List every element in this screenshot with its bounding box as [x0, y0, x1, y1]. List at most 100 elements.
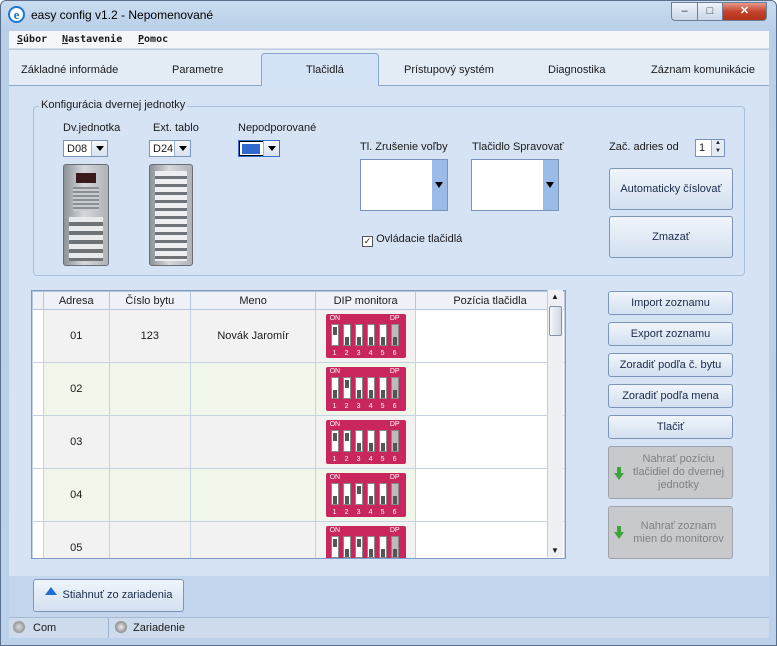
cell-pozicia[interactable] — [415, 309, 565, 363]
row-selector[interactable] — [32, 309, 44, 363]
table-row[interactable]: 02 ON DP 1 2 3 4 5 6 — [32, 362, 565, 416]
cell-pozicia[interactable] — [415, 521, 565, 558]
cell-cislo-bytu[interactable]: 123 — [108, 309, 192, 363]
tab-zakladne[interactable]: Základné informáde — [21, 64, 118, 76]
dip-number: 3 — [356, 350, 361, 357]
cell-adresa[interactable]: 01 — [42, 309, 110, 363]
cell-cislo-bytu[interactable] — [108, 468, 192, 522]
dip-number: 3 — [356, 403, 361, 410]
table-scrollbar[interactable]: ▲ ▼ — [547, 290, 563, 557]
menu-pomoc[interactable]: Pomoc — [138, 34, 168, 45]
dip-switch-icon: ONDP123456 — [325, 420, 406, 464]
dip-number: 6 — [392, 509, 397, 516]
cell-adresa[interactable]: 02 — [42, 362, 110, 416]
row-selector[interactable] — [32, 468, 44, 522]
door-unit-buttons — [69, 217, 103, 261]
cell-cislo-bytu[interactable] — [108, 362, 192, 416]
export-list-button[interactable]: Export zoznamu — [608, 322, 733, 346]
dip-switch — [354, 536, 363, 558]
close-button[interactable]: ✕ — [722, 2, 767, 21]
zac-adries-label: Zač. adries od — [609, 141, 679, 153]
row-selector[interactable] — [32, 415, 44, 469]
spin-up-icon[interactable]: ▲ — [711, 140, 724, 148]
tab-zaznam[interactable]: Záznam komunikácie — [651, 64, 755, 76]
spin-down-icon[interactable]: ▼ — [711, 148, 724, 156]
exttablo-select[interactable]: D24 — [149, 140, 191, 157]
row-selector[interactable] — [32, 362, 44, 416]
cell-cislo-bytu[interactable] — [108, 415, 192, 469]
menu-subor[interactable]: Súbor — [17, 34, 47, 45]
row-selector[interactable] — [32, 521, 44, 558]
cell-meno[interactable]: Novák Jaromír — [190, 309, 317, 363]
table-row[interactable]: 03 ON DP 1 2 3 4 5 6 — [32, 415, 565, 469]
dip-switch — [390, 377, 399, 399]
title-bar[interactable]: e easy config v1.2 - Nepomenované – □ ✕ — [1, 1, 776, 29]
cell-dip[interactable]: ONDP123456 — [315, 468, 417, 522]
upload-positions-button[interactable]: Nahrať pozíciu tlačidiel do dvernej jedn… — [608, 446, 733, 499]
ovladacie-label: Ovládacie tlačidlá — [376, 233, 463, 245]
dip-knob — [356, 486, 361, 494]
scroll-up-icon[interactable]: ▲ — [551, 292, 559, 301]
zrusenie-label: Tl. Zrušenie voľby — [360, 141, 448, 153]
dip-knob — [392, 443, 397, 451]
cell-meno[interactable] — [190, 468, 317, 522]
dip-on-label: ON — [329, 315, 341, 322]
cell-meno[interactable] — [190, 521, 317, 558]
chevron-down-icon — [174, 141, 190, 156]
spravovat-label: Tlačidlo Spravovať — [472, 141, 564, 153]
delete-button[interactable]: Zmazať — [609, 216, 733, 258]
col-pozicia[interactable]: Pozícia tlačidla — [415, 291, 565, 310]
cell-dip[interactable]: ONDP123456 — [315, 309, 417, 363]
cell-meno[interactable] — [190, 415, 317, 469]
cell-pozicia[interactable] — [415, 415, 565, 469]
sort-by-name-button[interactable]: Zoradiť podľa mena — [608, 384, 733, 408]
dip-number: 3 — [356, 456, 361, 463]
nepodporovane-select[interactable] — [238, 140, 280, 157]
table-row[interactable]: 01 123 Novák Jaromír ON DP 1 2 3 4 5 6 — [32, 309, 565, 363]
scroll-down-icon[interactable]: ▼ — [551, 546, 559, 555]
tab-tlacidla[interactable]: Tlačidlá — [306, 64, 344, 76]
cell-meno[interactable] — [190, 362, 317, 416]
col-adresa[interactable]: Adresa — [42, 291, 110, 310]
dip-switch — [378, 483, 387, 505]
nepodporovane-label: Nepodporované — [238, 122, 317, 134]
minimize-button[interactable]: – — [671, 2, 698, 21]
print-button[interactable]: Tlačiť — [608, 415, 733, 439]
dip-dp-label: DP — [389, 421, 400, 428]
dip-switch-icon: ONDP123456 — [325, 526, 406, 558]
cell-dip[interactable]: ONDP123456 — [315, 415, 417, 469]
cell-adresa[interactable]: 04 — [42, 468, 110, 522]
zrusenie-select[interactable] — [360, 159, 448, 211]
download-from-device-button[interactable]: Stiahnuť zo zariadenia — [33, 579, 184, 612]
col-meno[interactable]: Meno — [190, 291, 317, 310]
tab-parametre[interactable]: Parametre — [172, 64, 223, 76]
upload-names-button[interactable]: Nahrať zoznam mien do monitorov — [608, 506, 733, 559]
dip-knob — [392, 496, 397, 504]
cell-adresa[interactable]: 03 — [42, 415, 110, 469]
dip-knob — [380, 443, 385, 451]
sort-by-flat-button[interactable]: Zoradiť podľa č. bytu — [608, 353, 733, 377]
tab-diagnostika[interactable]: Diagnostika — [548, 64, 605, 76]
dip-number: 2 — [344, 350, 349, 357]
auto-number-button[interactable]: Automaticky číslovať — [609, 168, 733, 210]
tab-pristupovy[interactable]: Prístupový systém — [404, 64, 494, 76]
cell-dip[interactable]: ONDP123456 — [315, 521, 417, 558]
ovladacie-checkbox[interactable]: ✓ Ovládacie tlačidlá — [362, 233, 462, 247]
import-list-button[interactable]: Import zoznamu — [608, 291, 733, 315]
menu-nastavenie[interactable]: Nastavenie — [62, 34, 122, 45]
zac-adries-spinner[interactable]: 1 ▲ ▼ — [695, 139, 725, 157]
col-cislo-bytu[interactable]: Číslo bytu — [108, 291, 192, 310]
spravovat-select[interactable] — [471, 159, 559, 211]
col-dip[interactable]: DIP monitora — [315, 291, 417, 310]
cell-dip[interactable]: ONDP123456 — [315, 362, 417, 416]
maximize-button[interactable]: □ — [697, 2, 723, 21]
cell-pozicia[interactable] — [415, 362, 565, 416]
table-row[interactable]: 05 ONDP123456 — [32, 521, 565, 558]
cell-pozicia[interactable] — [415, 468, 565, 522]
dip-knob — [368, 337, 373, 345]
cell-cislo-bytu[interactable] — [108, 521, 192, 558]
scroll-thumb[interactable] — [549, 306, 562, 336]
table-row[interactable]: 04 ON DP 1 2 3 4 5 6 — [32, 468, 565, 522]
dvjednotka-select[interactable]: D08 — [63, 140, 108, 157]
cell-adresa[interactable]: 05 — [42, 521, 110, 558]
